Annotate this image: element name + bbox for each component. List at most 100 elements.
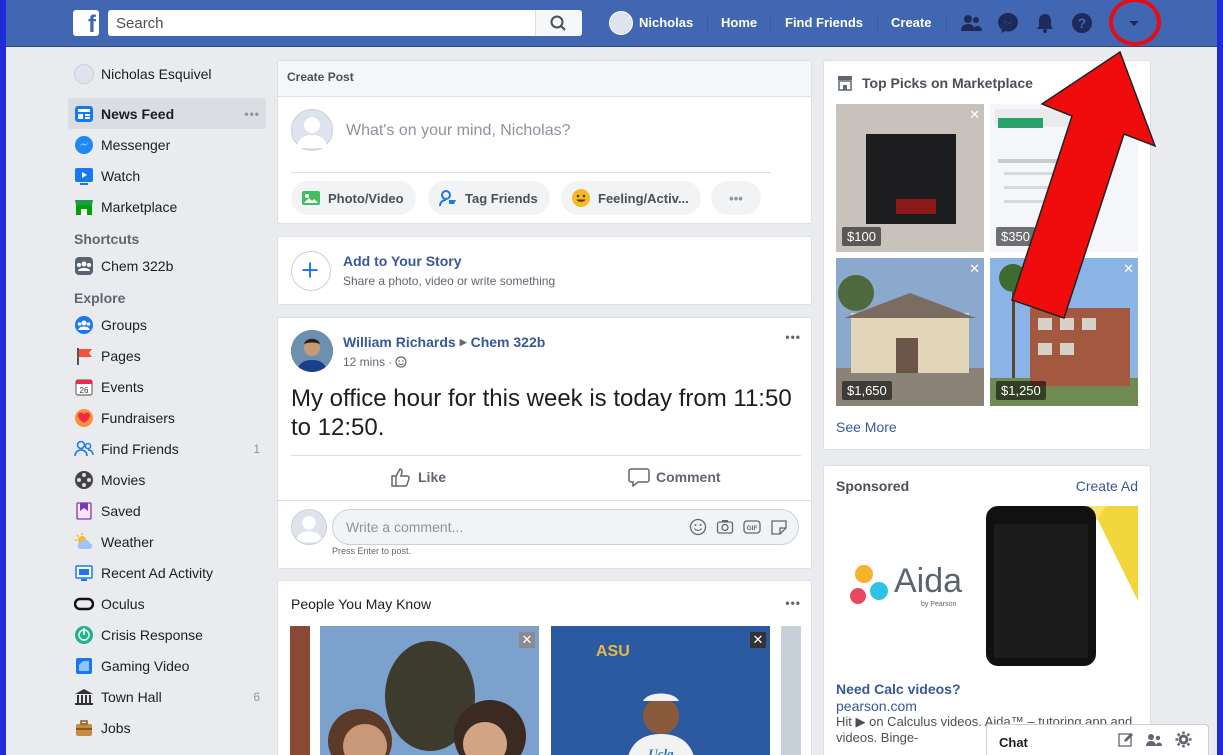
friend-requests-icon[interactable]	[959, 11, 983, 35]
ad-image[interactable]: Aida by Pearson	[836, 506, 1138, 666]
sidebar-item-oculus[interactable]: Oculus	[68, 588, 266, 619]
post-composer-input[interactable]: What's on your mind, Nicholas?	[346, 122, 570, 140]
find-friends-link[interactable]: Find Friends	[785, 0, 863, 46]
sidebar-item-find-friends[interactable]: Find Friends 1	[68, 433, 266, 464]
notifications-bell-icon[interactable]	[1033, 11, 1057, 35]
default-avatar-icon	[296, 515, 322, 543]
sidebar-item-crisis-response[interactable]: Crisis Response	[68, 619, 266, 650]
calendar-icon: 26	[75, 378, 93, 396]
sidebar-item-messenger[interactable]: Messenger	[68, 129, 266, 160]
sidebar-item-marketplace[interactable]: Marketplace	[68, 191, 266, 222]
gif-icon[interactable]: GIF	[743, 518, 761, 536]
weather-icon	[75, 532, 93, 549]
new-message-icon[interactable]	[1118, 732, 1134, 748]
sidebar-item-news-feed[interactable]: News Feed •••	[68, 98, 266, 129]
post-options-icon[interactable]: •••	[785, 330, 801, 344]
new-group-icon[interactable]	[1145, 732, 1163, 748]
chat-bar[interactable]: Chat	[986, 724, 1209, 755]
camera-icon[interactable]	[716, 518, 734, 536]
sidebar-item-gaming-video[interactable]: Gaming Video	[68, 650, 266, 681]
more-options-button[interactable]: •••	[711, 181, 761, 215]
see-more-link[interactable]: See More	[836, 419, 897, 435]
ad-domain[interactable]: pearson.com	[836, 698, 917, 714]
ad-headline[interactable]: Need Calc videos?	[836, 681, 961, 697]
sidebar-item-groups[interactable]: Groups	[68, 309, 266, 340]
pages-flag-icon	[77, 347, 92, 365]
photo-video-button[interactable]: Photo/Video	[291, 181, 416, 215]
sidebar-item-pages[interactable]: Pages	[68, 340, 266, 371]
avatar[interactable]	[609, 11, 633, 35]
oculus-icon	[74, 597, 94, 610]
post-header: William Richards ▶ Chem 322b	[343, 334, 545, 350]
close-icon[interactable]: ✕	[969, 261, 980, 277]
help-icon[interactable]: ?	[1070, 11, 1094, 35]
sidebar-item-events[interactable]: 26 Events	[68, 371, 266, 402]
story-title[interactable]: Add to Your Story	[343, 253, 461, 269]
default-avatar-icon	[297, 117, 327, 148]
marketplace-item[interactable]: $350	[990, 104, 1138, 252]
pymk-options-icon[interactable]: •••	[785, 596, 801, 610]
post-group-link[interactable]: Chem 322b	[471, 334, 546, 350]
post-text: My office hour for this week is today fr…	[291, 385, 792, 441]
emoji-icon[interactable]	[689, 518, 707, 536]
author-avatar[interactable]	[291, 330, 333, 372]
marketplace-card: Top Picks on Marketplace ✕ $100 $350 ✕ $…	[823, 60, 1151, 450]
comment-input[interactable]: Write a comment... GIF	[332, 509, 799, 545]
marketplace-icon	[838, 76, 852, 91]
create-link[interactable]: Create	[891, 0, 931, 46]
comment-button[interactable]: Comment	[628, 467, 721, 487]
sidebar-item-fundraisers[interactable]: Fundraisers	[68, 402, 266, 433]
person-photo[interactable]: ASU Ucla ✕	[551, 626, 770, 755]
people-you-may-know-card: People You May Know ••• ✕ ASU Ucla ✕	[277, 580, 812, 755]
sidebar-item-weather[interactable]: Weather	[68, 526, 266, 557]
post-timestamp[interactable]: 12 mins ·	[343, 355, 392, 369]
sidebar-item-town-hall[interactable]: Town Hall 6	[68, 681, 266, 712]
profile-link[interactable]: Nicholas	[639, 0, 693, 46]
sticker-icon[interactable]	[770, 518, 788, 536]
add-story-icon	[291, 251, 331, 291]
post-card: William Richards ▶ Chem 322b 12 mins · •…	[277, 317, 812, 569]
price-tag: $350	[996, 227, 1035, 246]
news-feed-icon	[75, 105, 93, 122]
ad-activity-icon	[75, 564, 93, 581]
marketplace-item[interactable]: ✕ $1,650	[836, 258, 984, 406]
add-story-card[interactable]: Add to Your Story Share a photo, video o…	[277, 236, 812, 305]
sidebar-profile[interactable]: Nicholas Esquivel	[68, 58, 266, 89]
svg-text:ASU: ASU	[596, 643, 630, 660]
create-ad-link[interactable]: Create Ad	[1076, 478, 1138, 494]
town-hall-icon	[75, 688, 93, 705]
sidebar-item-movies[interactable]: Movies	[68, 464, 266, 495]
close-icon[interactable]: ✕	[1123, 261, 1134, 277]
like-button[interactable]: Like	[390, 467, 446, 487]
marketplace-item[interactable]: ✕ $100	[836, 104, 984, 252]
facebook-logo-icon[interactable]: f	[73, 10, 99, 38]
thumbs-up-icon	[391, 468, 410, 487]
post-author[interactable]: William Richards	[343, 334, 456, 350]
close-icon[interactable]: ✕	[750, 632, 766, 648]
tag-friends-icon	[439, 190, 456, 207]
person-photo[interactable]: ✕	[320, 626, 539, 755]
more-options-icon[interactable]: •••	[244, 107, 260, 121]
sidebar-item-watch[interactable]: Watch	[68, 160, 266, 191]
messenger-icon[interactable]	[996, 11, 1020, 35]
tag-friends-button[interactable]: Tag Friends	[428, 181, 550, 215]
sidebar-item-recent-ad-activity[interactable]: Recent Ad Activity	[68, 557, 266, 588]
sidebar-item-saved[interactable]: Saved	[68, 495, 266, 526]
marketplace-title: Top Picks on Marketplace	[862, 75, 1033, 91]
home-link[interactable]: Home	[721, 0, 757, 46]
close-icon[interactable]: ✕	[519, 632, 535, 648]
photo-icon	[302, 191, 320, 205]
search-input[interactable]	[108, 10, 544, 36]
close-icon[interactable]: ✕	[969, 107, 980, 123]
search-button[interactable]	[535, 10, 582, 36]
messenger-icon	[75, 135, 93, 154]
settings-gear-icon[interactable]	[1175, 731, 1192, 748]
bookmark-icon	[76, 501, 92, 520]
feeling-emoji-icon	[572, 189, 590, 207]
sidebar-item-chem-322b[interactable]: Chem 322b	[68, 250, 266, 281]
marketplace-item[interactable]: ✕ $1,250	[990, 258, 1138, 406]
ad-brand: Aida	[894, 562, 963, 600]
sidebar-item-jobs[interactable]: Jobs	[68, 712, 266, 743]
feeling-activity-button[interactable]: Feeling/Activ...	[561, 181, 701, 215]
create-post-title: Create Post	[287, 70, 354, 84]
